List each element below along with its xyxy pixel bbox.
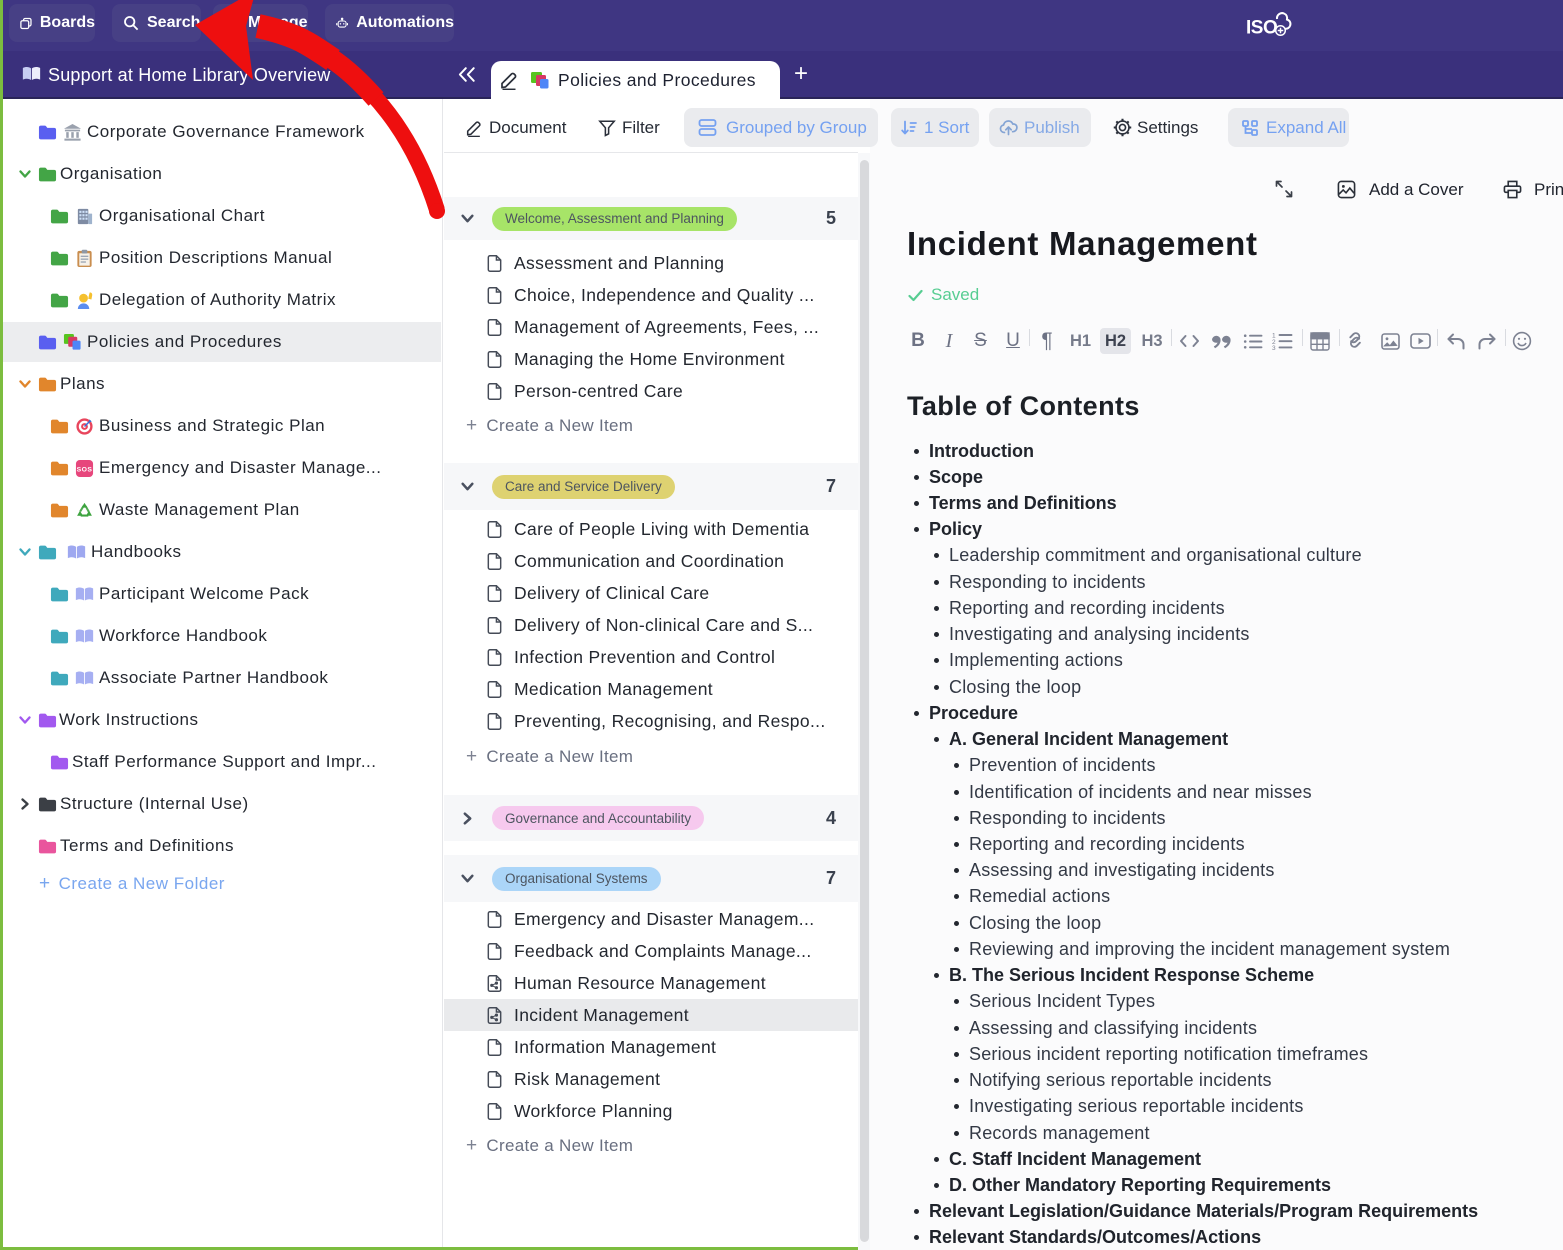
svg-text:SOS: SOS <box>77 466 93 473</box>
svg-text:3: 3 <box>1272 345 1276 350</box>
svg-text:ISO: ISO <box>1246 18 1277 39</box>
